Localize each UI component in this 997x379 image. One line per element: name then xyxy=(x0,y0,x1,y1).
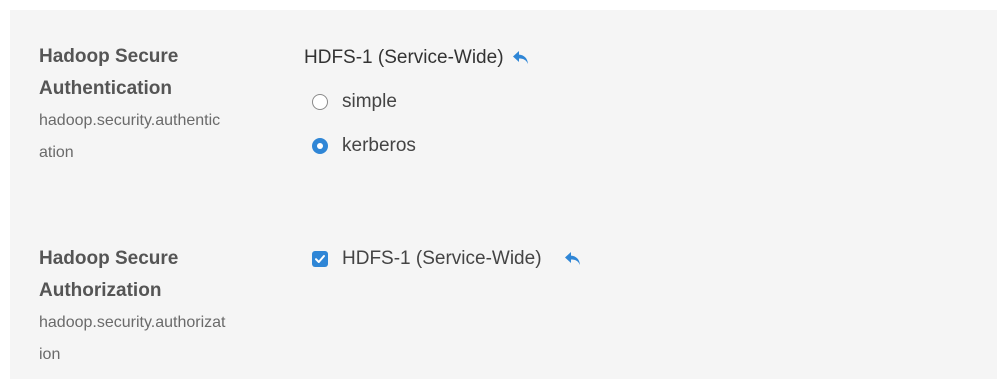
setting-title-line2: Authentication xyxy=(39,78,172,99)
setting-row-authentication: Hadoop Secure Authentication hadoop.secu… xyxy=(10,10,997,210)
radio-option-simple[interactable]: simple xyxy=(304,88,530,116)
radio-button-kerberos[interactable] xyxy=(312,138,328,154)
scope-line: HDFS-1 (Service-Wide) xyxy=(304,44,530,72)
checkbox-label: HDFS-1 (Service-Wide) xyxy=(342,248,542,269)
checkbox-service-wide[interactable] xyxy=(312,251,328,267)
setting-value-column: HDFS-1 (Service-Wide) simple kerberos xyxy=(304,44,530,160)
radio-label-simple: simple xyxy=(342,91,397,112)
setting-label-column: Hadoop Secure Authentication hadoop.secu… xyxy=(39,41,274,169)
setting-title-line1: Hadoop Secure xyxy=(39,248,179,269)
setting-title-line1: Hadoop Secure xyxy=(39,46,179,67)
setting-row-authorization: Hadoop Secure Authorization hadoop.secur… xyxy=(10,210,997,379)
radio-option-kerberos[interactable]: kerberos xyxy=(304,132,530,160)
setting-title-line2: Authorization xyxy=(39,280,162,301)
scope-label: HDFS-1 (Service-Wide) xyxy=(304,47,504,68)
undo-arrow-icon[interactable] xyxy=(564,251,582,267)
property-key-line2: ion xyxy=(39,346,61,363)
setting-label-column: Hadoop Secure Authorization hadoop.secur… xyxy=(39,243,274,371)
property-key-line1: hadoop.security.authentic xyxy=(39,112,221,129)
configuration-panel: Hadoop Secure Authentication hadoop.secu… xyxy=(10,10,997,379)
radio-label-kerberos: kerberos xyxy=(342,135,416,156)
setting-title: Hadoop Secure Authorization xyxy=(39,243,274,307)
undo-arrow-icon[interactable] xyxy=(512,50,530,66)
setting-title: Hadoop Secure Authentication xyxy=(39,41,274,105)
setting-property-key: hadoop.security.authorizat ion xyxy=(39,307,274,371)
property-key-line1: hadoop.security.authorizat xyxy=(39,314,226,331)
setting-value-column: HDFS-1 (Service-Wide) xyxy=(304,245,582,273)
property-key-line2: ation xyxy=(39,144,74,161)
setting-property-key: hadoop.security.authentic ation xyxy=(39,105,274,169)
checkbox-option-service-wide[interactable]: HDFS-1 (Service-Wide) xyxy=(304,245,582,273)
radio-button-simple[interactable] xyxy=(312,94,328,110)
